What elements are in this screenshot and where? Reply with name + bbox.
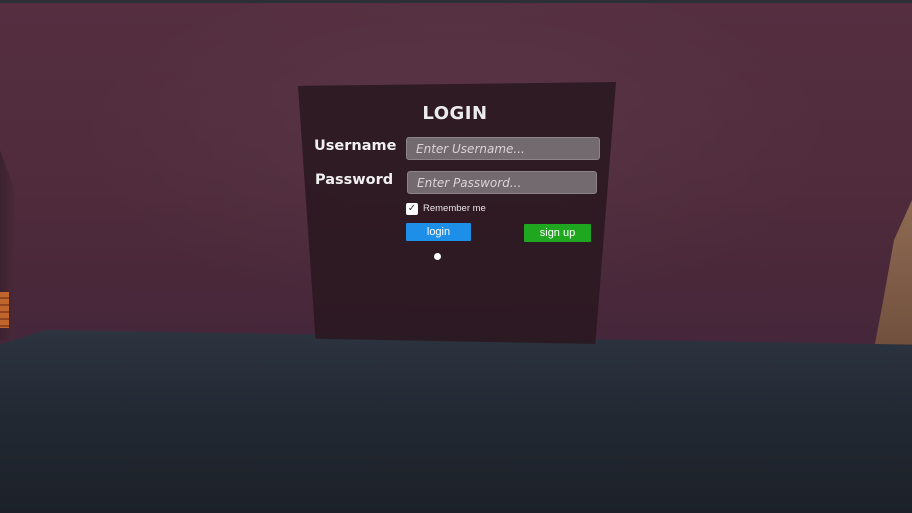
password-label: Password (315, 172, 394, 188)
left-brick-pillar (0, 292, 9, 328)
checkmark-icon: ✓ (407, 203, 417, 214)
login-title: LOGIN (422, 103, 488, 124)
username-input[interactable] (406, 137, 600, 160)
remember-me-checkbox[interactable]: ✓ (406, 203, 418, 215)
cursor-dot-icon (434, 253, 441, 260)
password-input[interactable] (407, 171, 597, 194)
sign-up-button[interactable]: sign up (524, 224, 591, 242)
remember-me-label: Remember me (423, 203, 486, 214)
floor (0, 330, 912, 513)
username-label: Username (314, 138, 397, 154)
game-viewport: LOGIN Username Password ✓ Remember me lo… (0, 0, 912, 513)
login-button[interactable]: login (406, 223, 471, 241)
